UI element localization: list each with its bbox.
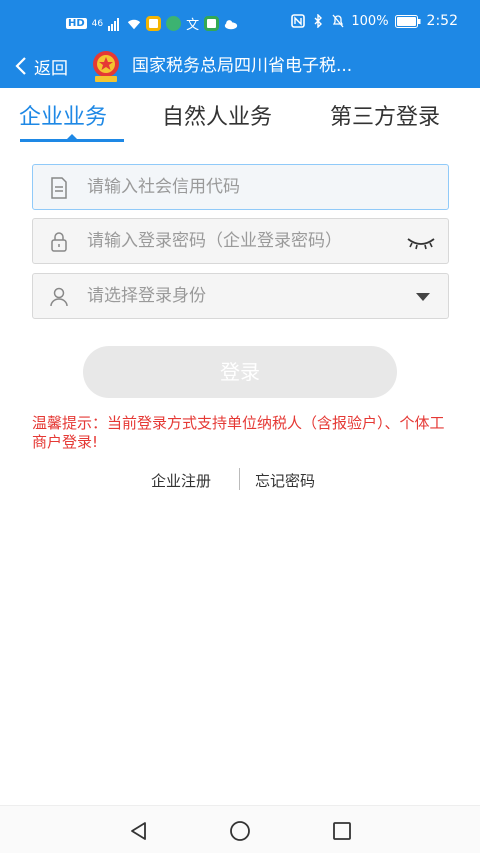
cloud-icon bbox=[225, 19, 238, 29]
home-circle-icon[interactable] bbox=[229, 820, 251, 842]
lock-icon bbox=[51, 232, 67, 252]
document-icon bbox=[51, 177, 67, 199]
battery-icon bbox=[394, 14, 421, 28]
credit-code-placeholder: 请输入社会信用代码 bbox=[87, 177, 240, 197]
tab-natural-person[interactable]: 自然人业务 bbox=[162, 88, 272, 144]
status-right-icons: 100% 2:52 bbox=[291, 13, 458, 29]
system-nav-bar bbox=[0, 805, 480, 853]
eye-closed-icon[interactable] bbox=[406, 233, 436, 251]
register-link[interactable]: 企业注册 bbox=[151, 470, 211, 491]
tab-enterprise[interactable]: 企业业务 bbox=[19, 88, 107, 144]
translate-icon: 文 bbox=[186, 18, 200, 33]
recents-square-icon[interactable] bbox=[331, 820, 353, 842]
app-notification-icon-2 bbox=[204, 16, 220, 31]
login-notice: 温馨提示：当前登录方式支持单位纳税人（含报验户）、个体工商户登录! bbox=[32, 414, 445, 451]
back-label: 返回 bbox=[34, 58, 68, 79]
signal-icon bbox=[108, 17, 120, 31]
caret-down-icon bbox=[416, 293, 430, 301]
identity-select[interactable]: 请选择登录身份 bbox=[32, 273, 449, 319]
active-tab-notch bbox=[66, 134, 78, 140]
network-label: 46 bbox=[91, 18, 104, 29]
tab-third-party[interactable]: 第三方登录 bbox=[330, 88, 440, 144]
hd-label: HD bbox=[66, 18, 87, 29]
password-field[interactable]: 请输入登录密码（企业登录密码） bbox=[32, 218, 449, 264]
chevron-left-icon bbox=[15, 57, 26, 75]
link-divider bbox=[239, 468, 240, 490]
bluetooth-icon bbox=[314, 14, 323, 28]
identity-placeholder: 请选择登录身份 bbox=[87, 286, 206, 306]
status-left-icons: HD 46 文 bbox=[66, 14, 238, 33]
credit-code-field[interactable]: 请输入社会信用代码 bbox=[32, 164, 449, 210]
mute-icon bbox=[332, 14, 344, 28]
status-bar: HD 46 文 100% 2:52 bbox=[0, 0, 480, 44]
account-links: 企业注册 忘记密码 bbox=[0, 468, 480, 492]
tax-emblem-logo bbox=[93, 51, 119, 82]
app-notification-icon bbox=[146, 16, 162, 31]
nfc-icon bbox=[291, 14, 306, 28]
nav-bar: 返回 国家税务总局四川省电子税... bbox=[0, 44, 480, 88]
login-button[interactable]: 登录 bbox=[83, 346, 397, 398]
back-button[interactable]: 返回 bbox=[12, 50, 68, 82]
back-triangle-icon[interactable] bbox=[128, 820, 150, 842]
battery-percent: 100% bbox=[351, 13, 389, 29]
user-icon bbox=[50, 287, 68, 307]
forgot-password-link[interactable]: 忘记密码 bbox=[255, 470, 315, 491]
page-title: 国家税务总局四川省电子税... bbox=[132, 56, 353, 76]
password-placeholder: 请输入登录密码（企业登录密码） bbox=[87, 231, 342, 251]
wechat-icon bbox=[166, 16, 182, 31]
wifi-icon bbox=[128, 19, 141, 29]
clock: 2:52 bbox=[426, 13, 458, 29]
